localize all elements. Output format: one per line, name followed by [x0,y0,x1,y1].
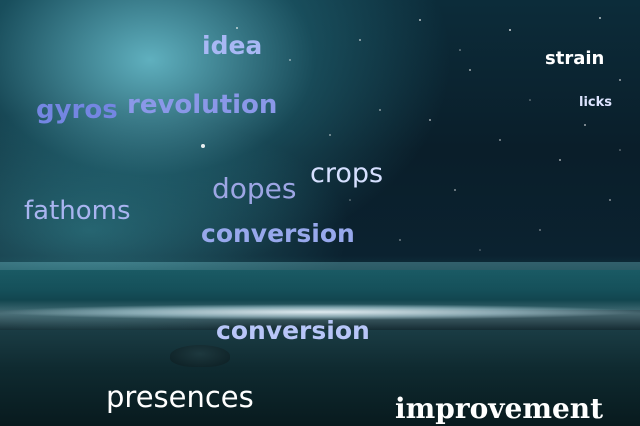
word-conversion-upper: conversion [201,219,355,248]
word-presences: presences [106,380,254,414]
word-idea: idea [202,31,263,60]
night-beach-scene: idea strain gyros revolution licks crops… [0,0,640,426]
word-licks: licks [579,95,613,110]
word-fathoms: fathoms [24,196,131,226]
word-gyros: gyros [36,95,118,125]
word-strain: strain [545,48,605,69]
word-improvement: improvement [395,392,604,425]
word-crops: crops [310,158,384,189]
word-conversion-lower: conversion [216,316,370,345]
word-dopes: dopes [212,172,297,205]
beach-rock [170,345,230,367]
word-revolution: revolution [127,90,278,120]
